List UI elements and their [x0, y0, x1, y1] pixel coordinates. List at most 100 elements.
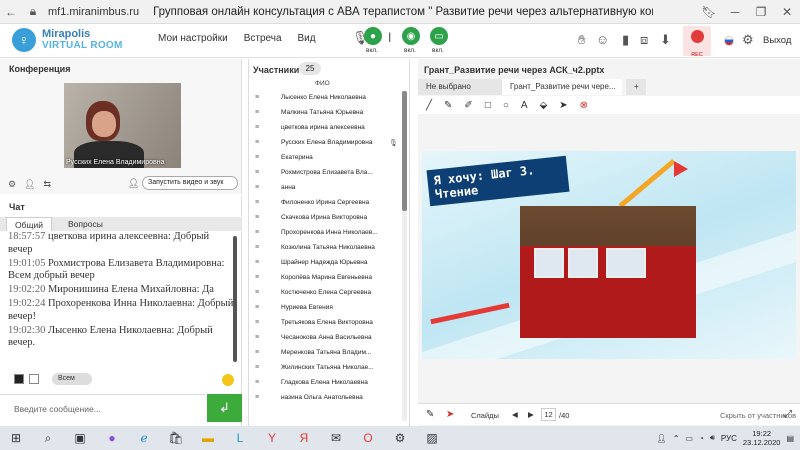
exit-button[interactable]: Выход [763, 35, 791, 46]
share-icon[interactable]: ⇆ [44, 179, 52, 190]
drag-handle-icon[interactable]: ≡ [255, 259, 263, 266]
browser-url[interactable]: mf1.miranimbus.ru [48, 6, 139, 18]
drag-handle-icon[interactable]: ≡ [255, 124, 263, 131]
participant-row[interactable]: ≡ Гладкова Елена Николаевна [249, 375, 399, 390]
drag-handle-icon[interactable]: ≡ [255, 139, 263, 146]
participant-row[interactable]: ≡ Шрайнер Надежда Юрьевна [249, 255, 399, 270]
record-button[interactable]: REC [683, 26, 711, 58]
search-icon[interactable]: ⌕ [32, 431, 64, 446]
current-page-input[interactable]: 12 [541, 408, 556, 421]
participant-row[interactable]: ≡ Прохоренкова Инна Николаев... [249, 225, 399, 240]
settings-app-icon[interactable]: ⚙ [384, 431, 416, 445]
windows-start-icon[interactable]: ⊞ [0, 431, 32, 445]
slide-canvas[interactable]: Я хочу: Шаг 3. Чтение [422, 151, 796, 359]
edge-icon[interactable]: ℯ [128, 431, 160, 445]
notifications-icon[interactable]: ▤ [786, 434, 794, 443]
tab-presentation-file[interactable]: Грант_Развитие речи чере... [502, 79, 622, 95]
webcam-settings-icon[interactable]: ⚙ [8, 179, 16, 190]
participant-row[interactable]: ≡ Малкина Татьяна Юрьевна [249, 105, 399, 120]
participant-row[interactable]: ≡ Меренкова Татьяна Владим... [249, 345, 399, 360]
participant-row[interactable]: ≡ Скачкова Ирина Викторовна [249, 210, 399, 225]
participant-row[interactable]: ≡ Русских Елена Владимировна 🎙︎ [249, 135, 399, 150]
app-l-icon[interactable]: L [224, 431, 256, 445]
participant-row[interactable]: ≡ Чесанокова Анна Васильевна [249, 330, 399, 345]
photos-icon[interactable]: ▨ [416, 431, 448, 445]
tab-questions[interactable]: Вопросы [60, 217, 111, 231]
marker-tool-icon[interactable]: ✐ [464, 100, 472, 111]
network-icon[interactable]: ⧈ [640, 32, 648, 48]
alice-icon[interactable]: ● [96, 431, 128, 445]
tray-people-icon[interactable]: 👤︎ [657, 434, 667, 443]
next-slide-icon[interactable]: ▶ [528, 410, 534, 419]
drag-handle-icon[interactable]: ≡ [255, 184, 263, 191]
user-settings-icon[interactable]: 👤︎ [24, 179, 35, 190]
start-video-dropdown[interactable]: Запустить видео и звук [142, 176, 238, 190]
pointer-mode-icon[interactable]: ➤ [446, 409, 454, 420]
screen-share-icon[interactable]: ▭ [430, 27, 448, 45]
participant-row[interactable]: ≡ анна [249, 180, 399, 195]
drag-handle-icon[interactable]: ≡ [255, 304, 263, 311]
fill-tool-icon[interactable]: ⬙ [540, 100, 548, 111]
camera-icon[interactable]: ◉ [402, 27, 420, 45]
drag-handle-icon[interactable]: ≡ [255, 274, 263, 281]
drag-handle-icon[interactable]: ≡ [255, 394, 263, 401]
participant-row[interactable]: ≡ Филоненко Ирина Сергеевна [249, 195, 399, 210]
clock[interactable]: 19:22 23.12.2020 [743, 429, 781, 447]
participant-row[interactable]: ≡ Жилинских Татьяна Николае... [249, 360, 399, 375]
stats-icon[interactable]: ▮ [622, 32, 629, 48]
chat-input[interactable]: Введите сообщение... [0, 394, 205, 422]
menu-view[interactable]: Вид [298, 33, 316, 44]
participant-row[interactable]: ≡ цветкова ирина алексеевна [249, 120, 399, 135]
participant-row[interactable]: ≡ Нуриева Евгения [249, 300, 399, 315]
participant-row[interactable]: ≡ Козюлина Татьяна Николаевна [249, 240, 399, 255]
mic-slider-icon[interactable]: ǀ [388, 30, 391, 45]
background-color-icon[interactable] [29, 374, 39, 384]
close-button[interactable]: ✕ [774, 1, 800, 23]
emoji-picker-icon[interactable] [222, 374, 234, 386]
yandex-browser-icon[interactable]: Y [256, 431, 288, 445]
participants-scrollbar[interactable] [402, 91, 407, 421]
drag-handle-icon[interactable]: ≡ [255, 94, 263, 101]
menu-my-settings[interactable]: Мои настройки [158, 33, 228, 44]
pointer-tool-icon[interactable]: ➤ [559, 100, 567, 111]
menu-meeting[interactable]: Встреча [244, 33, 282, 44]
drag-handle-icon[interactable]: ≡ [255, 169, 263, 176]
drag-handle-icon[interactable]: ≡ [255, 154, 263, 161]
tray-battery-icon[interactable]: ▭ [685, 434, 693, 443]
add-tab-button[interactable]: + [626, 79, 646, 95]
participant-row[interactable]: ≡ Третьякова Елена Викторовна [249, 315, 399, 330]
settings-icon[interactable]: ⚙ [742, 32, 754, 48]
text-color-icon[interactable] [14, 374, 24, 384]
emoji-icon[interactable]: ☺ [596, 32, 609, 47]
yandex-icon[interactable]: Я [288, 431, 320, 445]
pencil-tool-icon[interactable]: ✎ [444, 100, 452, 111]
minimize-button[interactable]: ─ [722, 1, 748, 23]
drag-handle-icon[interactable]: ≡ [255, 349, 263, 356]
input-language[interactable]: РУС [721, 434, 737, 443]
explorer-icon[interactable]: ▬ [192, 431, 224, 445]
rectangle-tool-icon[interactable]: □ [485, 100, 491, 111]
draw-mode-icon[interactable]: ✎ [426, 409, 434, 420]
task-view-icon[interactable]: ▣ [64, 431, 96, 445]
drag-handle-icon[interactable]: ≡ [255, 244, 263, 251]
drag-handle-icon[interactable]: ≡ [255, 199, 263, 206]
opera-icon[interactable]: O [352, 431, 384, 445]
microphone-icon[interactable]: ● [364, 27, 382, 45]
participant-row[interactable]: ≡ Екатерина [249, 150, 399, 165]
bookmark-icon[interactable]: 🔖︎ [696, 1, 722, 23]
language-flag-icon[interactable] [724, 36, 734, 46]
restore-button[interactable]: ❐ [748, 1, 774, 23]
store-icon[interactable]: 🛍︎ [160, 431, 192, 445]
drag-handle-icon[interactable]: ≡ [255, 319, 263, 326]
tray-arrow-icon[interactable]: ⌃ [673, 434, 680, 443]
slides-label[interactable]: Слайды [471, 411, 499, 420]
send-button[interactable]: ↲ [207, 394, 242, 422]
drag-handle-icon[interactable]: ≡ [255, 289, 263, 296]
ellipse-tool-icon[interactable]: ○ [503, 100, 509, 111]
tab-not-selected[interactable]: Не выбрано [418, 79, 502, 95]
tab-general[interactable]: Общий [6, 217, 52, 231]
fullscreen-icon[interactable]: ⤢ [784, 409, 792, 420]
raise-hand-icon[interactable]: ✋︎ [578, 32, 585, 48]
download-icon[interactable]: ⬇ [660, 32, 671, 48]
drag-handle-icon[interactable]: ≡ [255, 109, 263, 116]
